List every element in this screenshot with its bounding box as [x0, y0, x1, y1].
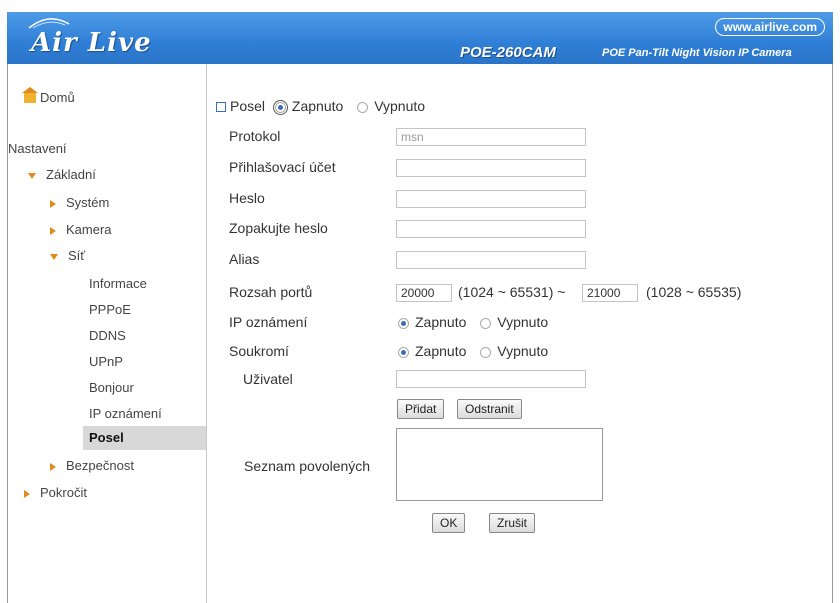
login-field[interactable] [396, 159, 586, 177]
port-range-label: Rozsah portů [229, 284, 313, 300]
messenger-enable-row: Posel Zapnuto Vypnuto [216, 98, 425, 115]
password-label: Heslo [229, 190, 265, 206]
collapsed-arrow-icon [24, 489, 30, 498]
sidebar-section-settings: Nastavení [8, 141, 67, 156]
collapsed-arrow-icon [50, 199, 56, 208]
sidebar-item-system[interactable]: Systém [50, 195, 109, 210]
sidebar-item-bonjour[interactable]: Bonjour [89, 380, 134, 395]
protocol-field[interactable]: msn [396, 128, 586, 146]
alias-label: Alias [229, 251, 260, 267]
camera-description: POE Pan-Tilt Night Vision IP Camera [602, 47, 792, 59]
user-label: Uživatel [243, 371, 293, 387]
ip-notification-label: IP oznámení [229, 314, 308, 330]
sidebar-item-home[interactable]: Domů [22, 87, 75, 105]
collapsed-arrow-icon [50, 462, 56, 471]
sidebar-item-basic[interactable]: Základní [28, 167, 96, 182]
ip-notification-on-radio[interactable] [398, 317, 409, 329]
sidebar-item-ddns[interactable]: DDNS [89, 328, 126, 343]
port-from-field[interactable]: 20000 [396, 284, 452, 302]
allowed-list-box[interactable] [396, 428, 603, 501]
section-checkbox-icon [216, 102, 226, 113]
messenger-off-radio[interactable] [357, 101, 369, 113]
airlive-logo[interactable]: Air Live [31, 28, 152, 58]
cancel-button[interactable]: Zrušit [489, 513, 535, 533]
protocol-label: Protokol [229, 128, 281, 144]
ip-notification-off-radio[interactable] [480, 317, 492, 329]
sidebar-item-security[interactable]: Bezpečnost [50, 458, 134, 473]
sidebar-item-upnp[interactable]: UPnP [89, 354, 123, 369]
sidebar-item-network[interactable]: Síť [50, 248, 85, 263]
sidebar-item-ip-notification[interactable]: IP oznámení [89, 406, 162, 421]
privacy-on-radio[interactable] [398, 346, 409, 358]
password-field[interactable] [396, 190, 586, 208]
login-label: Přihlašovací účet [229, 159, 336, 175]
add-button[interactable]: Přidat [397, 399, 445, 419]
ok-button[interactable]: OK [432, 513, 466, 533]
camera-model: POE-260CAM [460, 44, 556, 61]
header-banner: Air Live www.airlive.com POE-260CAM POE … [7, 12, 833, 64]
repeat-password-label: Zopakujte heslo [229, 220, 328, 236]
sidebar-item-information[interactable]: Informace [89, 276, 147, 291]
port-from-range-hint: (1024 ~ 65531) ~ [458, 284, 566, 300]
sidebar-item-advanced[interactable]: Pokročit [24, 485, 87, 500]
allowed-list-label: Seznam povolených [244, 458, 371, 474]
expanded-arrow-icon [50, 253, 58, 260]
alias-field[interactable] [396, 251, 586, 269]
remove-button[interactable]: Odstranit [457, 399, 522, 419]
port-to-range-hint: (1028 ~ 65535) [646, 284, 742, 300]
privacy-off-radio[interactable] [480, 346, 492, 358]
privacy-label: Soukromí [229, 343, 289, 359]
sidebar-item-camera[interactable]: Kamera [50, 222, 112, 237]
user-field[interactable] [396, 370, 586, 388]
sidebar-item-pppoe[interactable]: PPPoE [89, 302, 131, 317]
ip-notification-options: Zapnuto Vypnuto [398, 314, 548, 330]
website-link[interactable]: www.airlive.com [715, 18, 825, 36]
sidebar: Domů Nastavení Základní Systém Kamera Sí… [8, 64, 207, 603]
messenger-on-radio[interactable] [272, 99, 288, 115]
home-icon [22, 87, 38, 103]
collapsed-arrow-icon [50, 226, 56, 235]
main-content: Posel Zapnuto Vypnuto Protokol msn Přihl… [206, 64, 833, 603]
expanded-arrow-icon [28, 172, 36, 179]
sidebar-item-messenger[interactable]: Posel [83, 426, 206, 450]
privacy-options: Zapnuto Vypnuto [398, 343, 548, 359]
port-to-field[interactable]: 21000 [582, 284, 638, 302]
repeat-password-field[interactable] [396, 220, 586, 238]
